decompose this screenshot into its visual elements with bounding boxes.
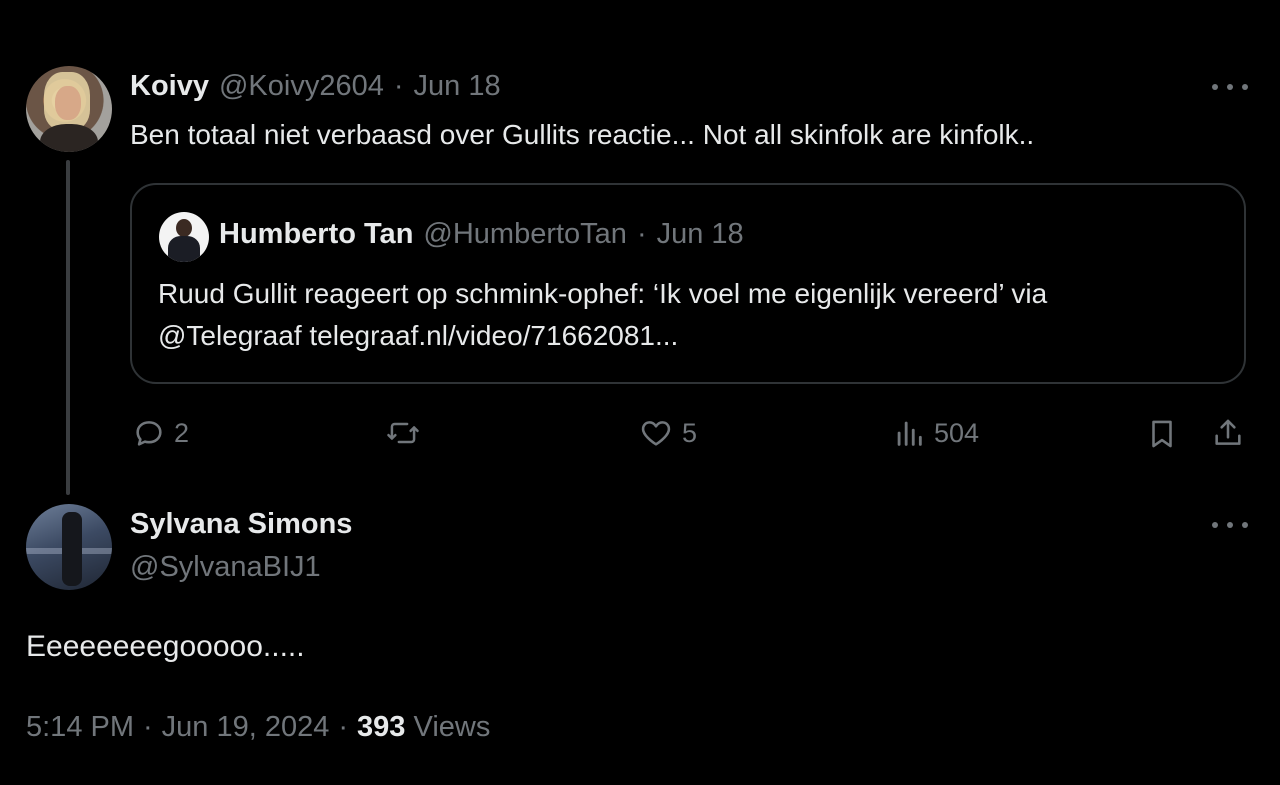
parent-date-separator: · [393,70,404,102]
analytics-icon [897,421,922,446]
bookmark-icon [1152,420,1172,448]
tweet-date[interactable]: Jun 19, 2024 [162,711,330,744]
quoted-tweet-date: Jun 18 [656,218,744,250]
main-author-handle[interactable]: @SylvanaBIJ1 [130,551,321,584]
views-total: 393 [357,711,406,743]
like-count: 5 [682,417,698,448]
quoted-author-handle: @HumbertoTan [423,218,627,250]
koivy-avatar[interactable] [26,66,112,152]
heart-icon [641,421,671,446]
quoted-author-name: Humberto Tan [219,218,414,250]
main-tweet-footer: 5:14 PM · Jun 19, 2024 · 393 Views [26,711,490,744]
main-tweet-text: Eeeeeeeegooooo..... [26,630,305,663]
like-button[interactable]: 5 [638,416,697,450]
footer-separator-2: · [338,711,349,743]
parent-tweet-header: Koivy @Koivy2604 · Jun 18 [130,70,501,103]
main-more-options-icon[interactable] [1212,519,1248,531]
share-icon [1215,419,1241,445]
repost-button[interactable] [385,416,429,450]
parent-tweet-text: Ben totaal niet verbaasd over Gullits re… [130,119,1035,150]
quoted-tweet-text-line2: @Telegraaf telegraaf.nl/video/71662081..… [158,320,679,351]
parent-more-options-icon[interactable] [1212,81,1248,93]
footer-separator-1: · [143,711,153,743]
views-label: Views [413,711,491,743]
parent-author-handle[interactable]: @Koivy2604 [219,70,384,103]
thread-connector-line [66,160,70,495]
tweet-time[interactable]: 5:14 PM [26,711,134,744]
repost-icon [387,422,419,444]
views-count: 504 [934,417,980,448]
parent-tweet-date[interactable]: Jun 18 [414,70,501,103]
humberto-avatar [159,212,209,262]
reply-button[interactable]: 2 [132,416,189,450]
quoted-date-separator: · [636,218,647,250]
quoted-tweet-header: Humberto Tan @HumbertoTan · Jun 18 [219,218,744,251]
reply-count: 2 [174,417,190,448]
views-button[interactable]: 504 [892,416,979,450]
main-author-name[interactable]: Sylvana Simons [130,508,352,541]
sylvana-avatar[interactable] [26,504,112,590]
share-button[interactable] [1211,415,1245,456]
parent-author-name[interactable]: Koivy [130,70,209,103]
quoted-tweet-text-line1: Ruud Gullit reageert op schmink-ophef: ‘… [158,278,1048,309]
bookmark-button[interactable] [1145,416,1179,457]
reply-icon [136,421,162,446]
